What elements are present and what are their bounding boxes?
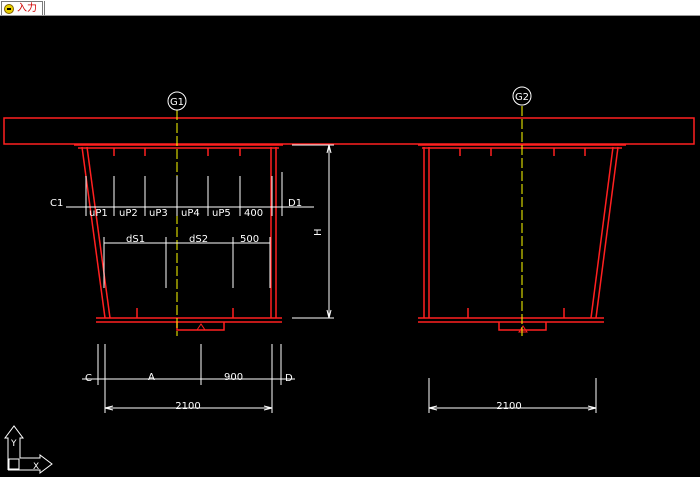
axis-y-label: Y <box>10 439 17 449</box>
g2-right-web <box>590 146 614 319</box>
dim-h: H <box>313 228 324 236</box>
drawing-canvas[interactable]: G1 C1 uP1 uP2 uP3 uP4 uP5 400 D1 dS1 dS2… <box>0 16 700 477</box>
g2-bearing-marker <box>518 325 528 333</box>
deck-slab <box>3 117 695 145</box>
dim-d1: D1 <box>288 198 302 209</box>
tab-input-label: 入力 <box>17 2 37 14</box>
tab-input[interactable]: 入力 <box>1 1 43 15</box>
ucs-axis-icon <box>4 425 53 474</box>
cad-window: 入力 G1 C1 uP1 uP2 uP3 uP4 uP5 400 D1 dS1 … <box>0 0 700 477</box>
dim-width-g1: 2100 <box>175 401 200 412</box>
dim-d: D <box>285 373 293 384</box>
dim-a: A <box>148 372 155 383</box>
g1-left-web <box>81 146 106 319</box>
dim-ds2: dS2 <box>189 234 208 245</box>
dim-ds1: dS1 <box>126 234 145 245</box>
dim-width-g2: 2100 <box>496 401 521 412</box>
axis-x-label: X <box>33 462 39 472</box>
dim-900: 900 <box>224 372 243 383</box>
dim-400: 400 <box>244 208 263 219</box>
input-mode-icon <box>4 3 14 14</box>
dim-up5: uP5 <box>212 208 231 219</box>
g1-bearing-marker <box>196 323 206 331</box>
dim-up2: uP2 <box>119 208 138 219</box>
tab-divider <box>44 1 45 15</box>
tab-bar: 入力 <box>0 0 700 16</box>
dim-up3: uP3 <box>149 208 168 219</box>
dim-c: C <box>85 373 92 384</box>
dim-up1: uP1 <box>89 208 108 219</box>
g1-label: G1 <box>170 97 184 108</box>
dim-500: 500 <box>240 234 259 245</box>
g2-label: G2 <box>515 92 529 103</box>
dim-up4: uP4 <box>181 208 200 219</box>
dim-c1: C1 <box>50 198 63 209</box>
